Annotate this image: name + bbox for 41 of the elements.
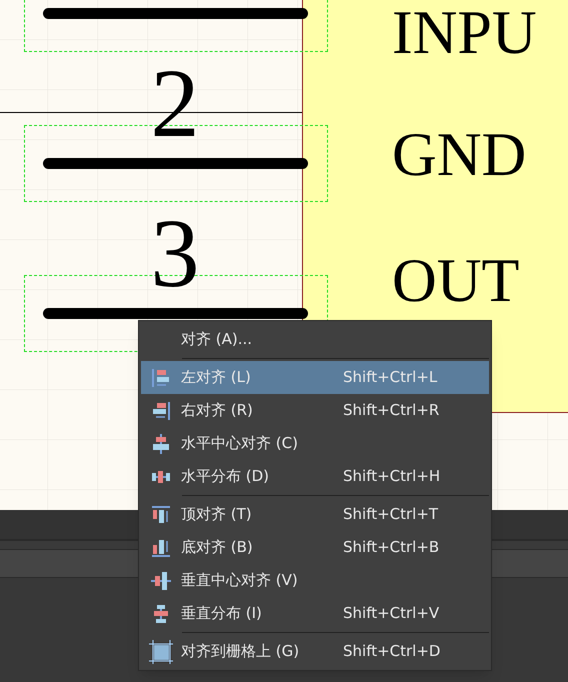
menu-item-label: 顶对齐 (T) <box>181 504 253 526</box>
grid-icon <box>149 640 173 664</box>
menu-item[interactable]: 顶对齐 (T) Shift+Ctrl+T <box>141 498 489 531</box>
pin-name: OUT <box>392 250 520 312</box>
shortcut-text: Shift+Ctrl+D <box>343 641 440 662</box>
distribute-icon <box>151 604 171 624</box>
shortcut-text: Shift+Ctrl+H <box>343 466 440 488</box>
menu-item-label: 垂直分布 (I) <box>181 603 263 624</box>
menu-item-label: 左对齐 (L) <box>181 367 252 388</box>
menu-item-label: 对齐 (A)... <box>181 329 254 350</box>
menu-item-label: 水平中心对齐 (C) <box>181 433 299 454</box>
menu-item[interactable]: 水平分布 (D) Shift+Ctrl+H <box>141 460 489 493</box>
shortcut-text: Shift+Ctrl+T <box>343 504 438 526</box>
menu-item[interactable]: 水平中心对齐 (C) <box>141 427 489 460</box>
pin[interactable] <box>43 8 308 19</box>
pin-name: GND <box>392 124 526 186</box>
pin[interactable] <box>43 158 308 169</box>
menu-item-label: 底对齐 (B) <box>181 537 254 558</box>
shortcut-text: Shift+Ctrl+L <box>343 367 438 388</box>
menu-item[interactable]: 左对齐 (L) Shift+Ctrl+L <box>141 361 489 394</box>
menu-item-label: 水平分布 (D) <box>181 466 270 488</box>
shortcut-text: Shift+Ctrl+B <box>343 537 440 558</box>
align-left-icon <box>151 368 171 388</box>
menu-item-label: 对齐到栅格上 (G) <box>181 641 300 662</box>
menu-item[interactable]: 底对齐 (B) Shift+Ctrl+B <box>141 531 489 564</box>
align-middle-icon <box>151 570 171 590</box>
align-right-icon <box>151 400 171 420</box>
menu-item-label: 右对齐 (R) <box>181 400 254 422</box>
menu-item[interactable]: 对齐到栅格上 (G) Shift+Ctrl+D <box>141 635 489 668</box>
align-center-icon <box>151 434 171 454</box>
menu-item[interactable]: 对齐 (A)... <box>141 323 489 356</box>
align-top-icon <box>151 504 171 524</box>
pin[interactable] <box>43 308 308 319</box>
menu-item-label: 垂直中心对齐 (V) <box>181 570 299 592</box>
shortcut-text: Shift+Ctrl+V <box>343 603 440 624</box>
menu-item[interactable]: 垂直中心对齐 (V) <box>141 564 489 597</box>
align-bottom-icon <box>151 538 171 558</box>
menu-item[interactable]: 右对齐 (R) Shift+Ctrl+R <box>141 394 489 427</box>
shortcut-text: Shift+Ctrl+R <box>343 400 440 422</box>
pin-name: INPU <box>392 2 537 64</box>
menu-item[interactable]: 垂直分布 (I) Shift+Ctrl+V <box>141 597 489 630</box>
